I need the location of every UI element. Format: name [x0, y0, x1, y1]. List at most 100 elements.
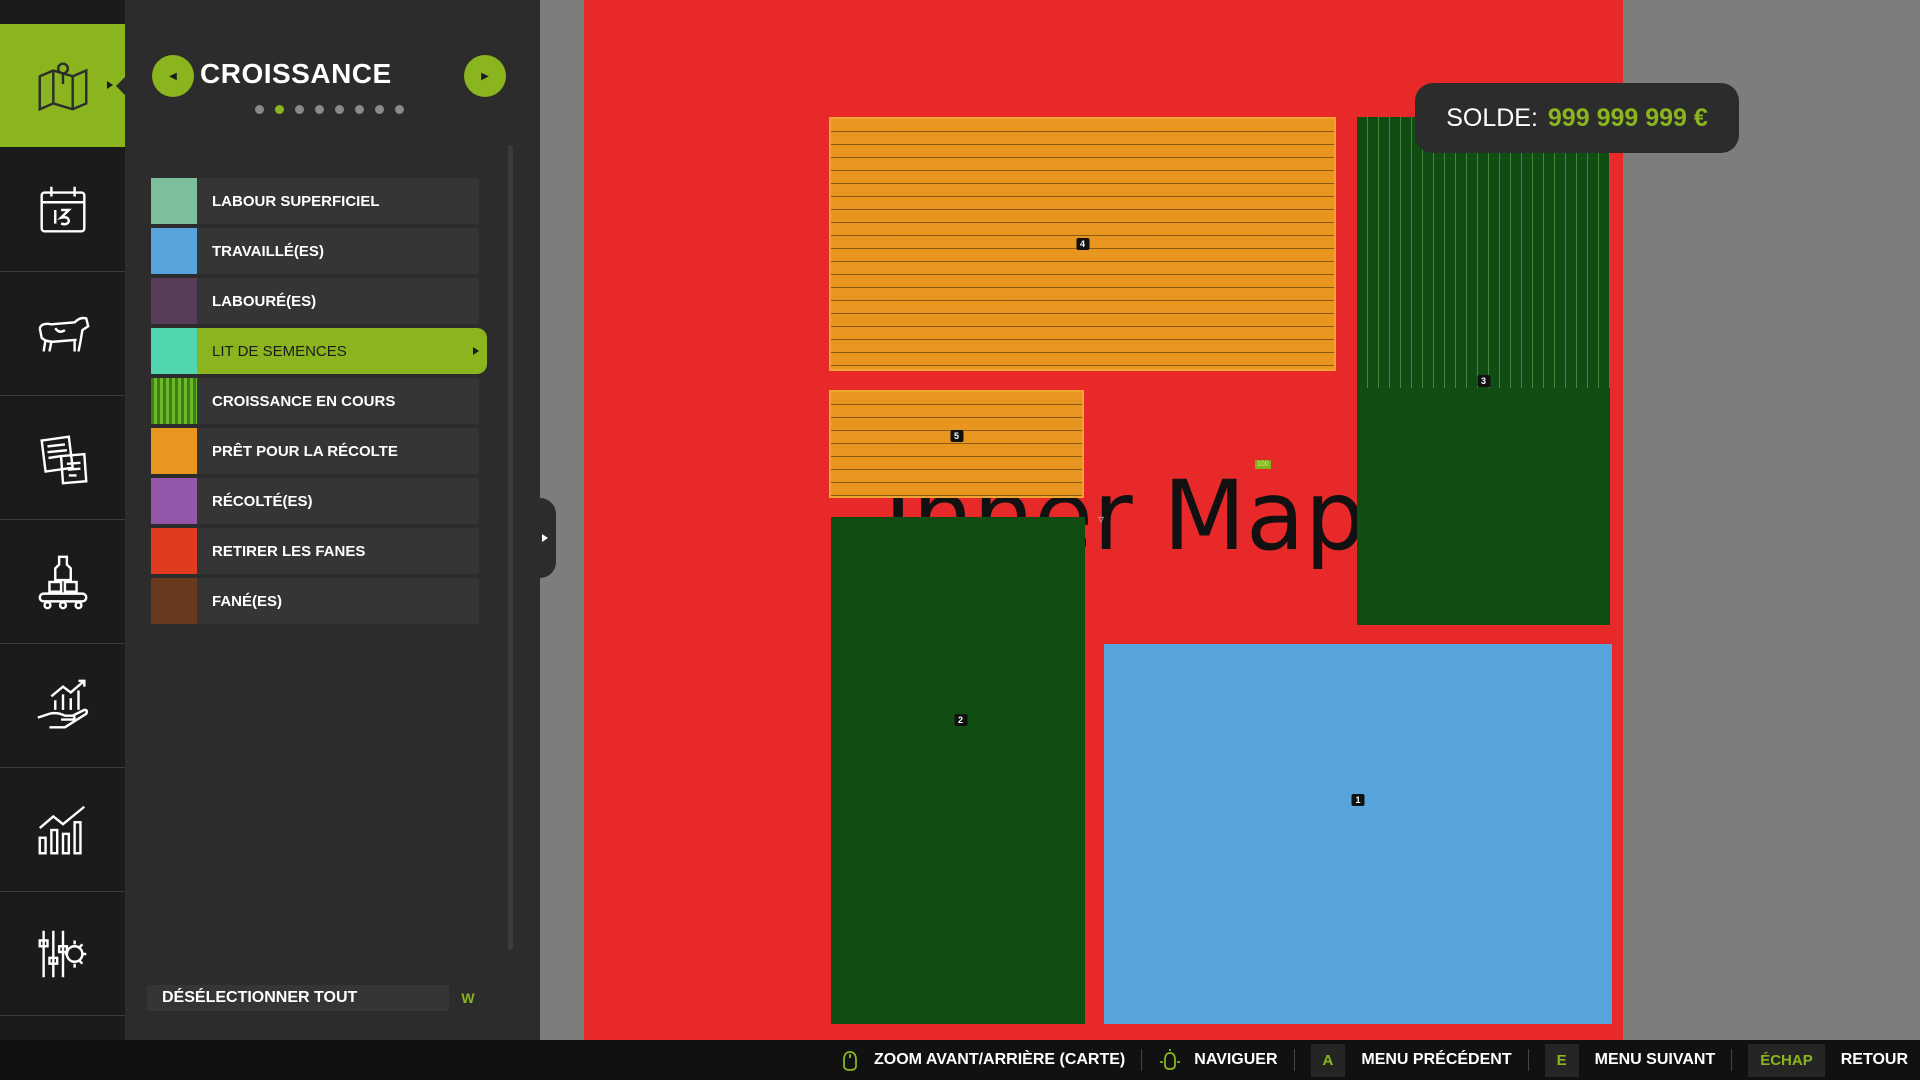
legend-scrollbar[interactable] — [508, 145, 513, 950]
legend-item[interactable]: RÉCOLTÉ(ES) — [151, 478, 479, 524]
calendar-icon — [39, 186, 86, 233]
mouse-move-icon — [1160, 1049, 1181, 1070]
documents-icon — [39, 434, 88, 484]
rail-production-button[interactable] — [0, 520, 125, 644]
legend-label: RETIRER LES FANES — [212, 542, 366, 560]
legend-label: CROISSANCE EN COURS — [212, 392, 396, 410]
key-escape: ÉCHAP — [1748, 1043, 1825, 1077]
rail-animals-button[interactable] — [0, 272, 125, 396]
input-hints-bar: ZOOM AVANT/ARRIÈRE (CARTE) NAVIGUER A ME… — [0, 1040, 1920, 1080]
deselect-key-hint: W — [449, 985, 487, 1011]
page-dot[interactable] — [295, 105, 304, 114]
map-marker[interactable]: 100 — [1255, 460, 1271, 469]
legend-item[interactable]: LABOUR SUPERFICIEL — [151, 178, 479, 224]
balance-display: SOLDE: 999 999 999 € — [1415, 83, 1739, 153]
hint-zoom-label: ZOOM AVANT/ARRIÈRE (CARTE) — [874, 1051, 1126, 1068]
divider — [1293, 1049, 1295, 1071]
legend-item[interactable]: FANÉ(ES) — [151, 578, 479, 624]
rail-finances-button[interactable] — [0, 644, 125, 768]
deselect-all-button[interactable]: DÉSÉLECTIONNER TOUT W — [147, 985, 487, 1011]
legend-label: LIT DE SEMENCES — [212, 342, 347, 360]
menu-rail — [0, 0, 125, 1040]
chevron-right-icon — [473, 347, 479, 355]
legend-item[interactable]: PRÊT POUR LA RÉCOLTE — [151, 428, 479, 474]
finance-icon — [36, 679, 88, 729]
collapse-panel-tab[interactable] — [540, 498, 556, 578]
legend-label: RÉCOLTÉ(ES) — [212, 492, 313, 510]
statistics-icon — [38, 805, 85, 854]
prev-page-button[interactable]: ◀ — [152, 55, 194, 97]
hint-next-menu[interactable]: E MENU SUIVANT — [1544, 1043, 1716, 1077]
page-dot[interactable] — [375, 105, 384, 114]
legend-swatch — [151, 228, 197, 274]
key-a: A — [1310, 1043, 1346, 1077]
hint-navigate-label: NAVIGUER — [1194, 1051, 1278, 1068]
page-dot[interactable] — [335, 105, 344, 114]
hint-next-label: MENU SUIVANT — [1594, 1051, 1716, 1068]
legend-swatch — [151, 478, 197, 524]
balance-value: 999 999 999 € — [1547, 103, 1708, 132]
divider — [1731, 1049, 1733, 1071]
legend-item[interactable]: LIT DE SEMENCES — [151, 328, 487, 374]
rail-settings-button[interactable] — [0, 892, 125, 1016]
chevron-right-icon: ▶ — [481, 70, 489, 82]
legend-label: TRAVAILLÉ(ES) — [212, 242, 324, 260]
field-4[interactable]: 4 — [829, 117, 1336, 371]
page-indicator — [255, 105, 404, 114]
field-number: 4 — [1075, 238, 1090, 250]
page-title: CROISSANCE — [200, 58, 392, 89]
legend-swatch — [151, 178, 197, 224]
balance-label: SOLDE: — [1446, 103, 1538, 132]
hint-navigate[interactable]: NAVIGUER — [1158, 1048, 1278, 1072]
hint-back-label: RETOUR — [1840, 1051, 1908, 1068]
mouse-wheel-icon — [843, 1051, 857, 1071]
hint-previous-label: MENU PRÉCÉDENT — [1361, 1051, 1512, 1068]
legend-swatch — [151, 378, 197, 424]
divider — [1527, 1049, 1529, 1071]
legend-item[interactable]: RETIRER LES FANES — [151, 528, 479, 574]
field-number: 1 — [1351, 793, 1365, 806]
legend-swatch — [151, 328, 197, 374]
page-dot[interactable] — [395, 105, 404, 114]
page-dot[interactable] — [315, 105, 324, 114]
map-pin-icon: ▿ — [1098, 512, 1105, 526]
legend-item[interactable]: CROISSANCE EN COURS — [151, 378, 479, 424]
rail-map-button[interactable] — [0, 24, 125, 147]
cow-icon — [38, 316, 90, 352]
legend-label: LABOURÉ(ES) — [212, 292, 317, 310]
legend-swatch — [151, 578, 197, 624]
legend-swatch — [151, 428, 197, 474]
production-icon — [38, 555, 87, 609]
legend-label: LABOUR SUPERFICIEL — [212, 192, 380, 210]
legend-label: PRÊT POUR LA RÉCOLTE — [212, 442, 398, 460]
field-3-top[interactable]: 3 — [1357, 117, 1610, 389]
rail-statistics-button[interactable] — [0, 768, 125, 892]
page-dot[interactable] — [275, 105, 284, 114]
hint-zoom[interactable]: ZOOM AVANT/ARRIÈRE (CARTE) — [838, 1048, 1125, 1072]
field-number: 2 — [954, 713, 968, 726]
rail-contracts-button[interactable] — [0, 396, 125, 520]
field-5[interactable]: 5 — [829, 390, 1084, 498]
legend-item[interactable]: TRAVAILLÉ(ES) — [151, 228, 479, 274]
hint-previous-menu[interactable]: A MENU PRÉCÉDENT — [1310, 1043, 1512, 1077]
settings-icon — [38, 930, 86, 977]
legend-swatch — [151, 278, 197, 324]
field-number: 5 — [949, 429, 964, 442]
legend-swatch — [151, 528, 197, 574]
field-1[interactable]: 1 — [1104, 644, 1612, 1024]
page-dot[interactable] — [355, 105, 364, 114]
field-2[interactable]: 2 — [831, 517, 1085, 1024]
chevron-right-icon — [542, 534, 548, 542]
hint-back[interactable]: ÉCHAP RETOUR — [1748, 1043, 1908, 1077]
page-dot[interactable] — [255, 105, 264, 114]
field-number: 3 — [1476, 374, 1491, 387]
next-page-button[interactable]: ▶ — [464, 55, 506, 97]
map-icon — [38, 62, 87, 111]
key-e: E — [1544, 1043, 1579, 1077]
chevron-left-icon: ◀ — [169, 70, 177, 82]
rail-calendar-button[interactable] — [0, 148, 125, 272]
legend-item[interactable]: LABOURÉ(ES) — [151, 278, 479, 324]
divider — [1141, 1049, 1143, 1071]
legend-label: FANÉ(ES) — [212, 592, 283, 610]
field-3-bottom[interactable] — [1357, 388, 1610, 625]
